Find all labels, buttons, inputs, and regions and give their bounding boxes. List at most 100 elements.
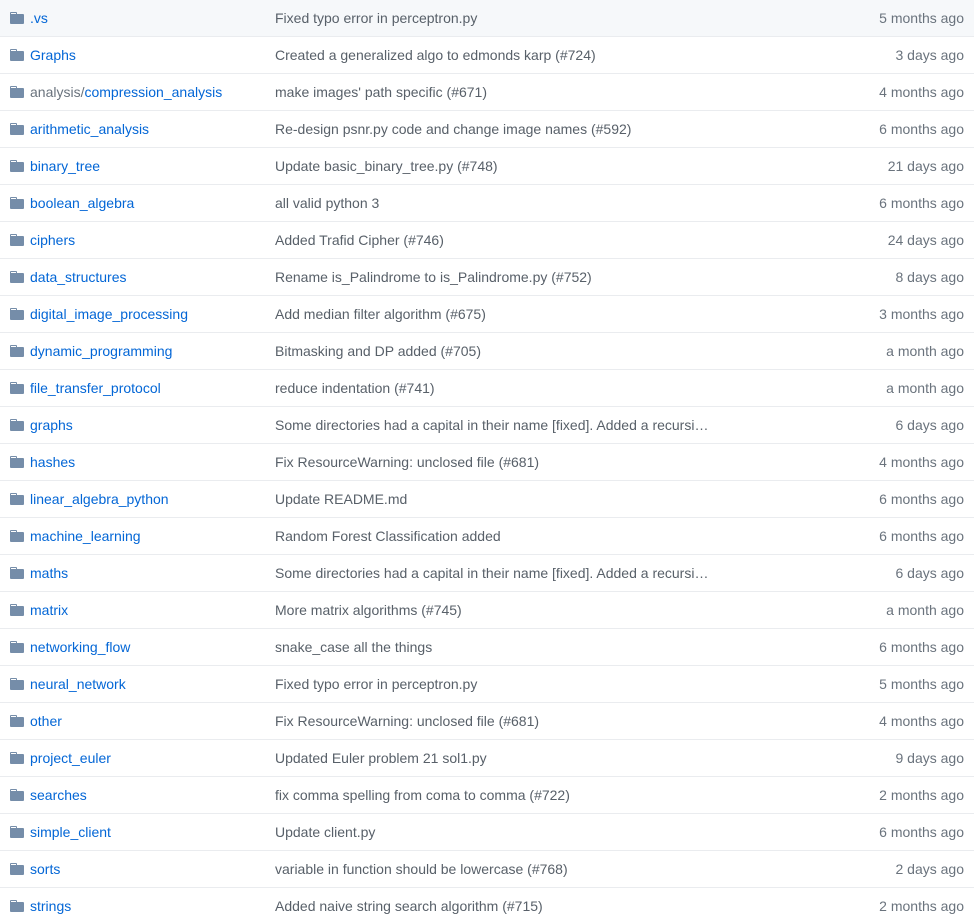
commit-message-link[interactable]: Added naive string search algorithm (#71… bbox=[275, 898, 543, 914]
file-row: binary_tree Update basic_binary_tree.py (… bbox=[0, 148, 974, 185]
commit-message-link[interactable]: Add median filter algorithm (#675) bbox=[275, 306, 486, 322]
folder-icon bbox=[10, 602, 24, 618]
file-name-link[interactable]: neural_network bbox=[30, 676, 126, 692]
commit-message-link[interactable]: Updated Euler problem 21 sol1.py bbox=[275, 750, 487, 766]
file-name-link[interactable]: digital_image_processing bbox=[30, 306, 188, 322]
folder-icon bbox=[10, 454, 24, 470]
commit-message-link[interactable]: Bitmasking and DP added (#705) bbox=[275, 343, 481, 359]
commit-message-cell: Fix ResourceWarning: unclosed file (#681… bbox=[265, 444, 824, 481]
commit-message-link[interactable]: Some directories had a capital in their … bbox=[275, 417, 708, 433]
commit-message-cell: Rename is_Palindrome to is_Palindrome.py… bbox=[265, 259, 824, 296]
commit-message-link[interactable]: reduce indentation (#741) bbox=[275, 380, 435, 396]
file-name-link[interactable]: data_structures bbox=[30, 269, 127, 285]
file-name-link[interactable]: matrix bbox=[30, 602, 68, 618]
file-name-link[interactable]: boolean_algebra bbox=[30, 195, 134, 211]
file-row: digital_image_processing Add median filte… bbox=[0, 296, 974, 333]
commit-message-cell: Added naive string search algorithm (#71… bbox=[265, 888, 824, 924]
file-name-link[interactable]: ciphers bbox=[30, 232, 75, 248]
file-row: hashes Fix ResourceWarning: unclosed file… bbox=[0, 444, 974, 481]
commit-message-link[interactable]: Added Trafid Cipher (#746) bbox=[275, 232, 444, 248]
file-name-link[interactable]: compression_analysis bbox=[84, 84, 222, 100]
commit-message-cell: Some directories had a capital in their … bbox=[265, 555, 824, 592]
file-name-cell: arithmetic_analysis bbox=[0, 111, 265, 148]
commit-message-link[interactable]: variable in function should be lowercase… bbox=[275, 861, 568, 877]
commit-age: 6 months ago bbox=[824, 629, 974, 666]
commit-message-link[interactable]: Update README.md bbox=[275, 491, 407, 507]
file-row: arithmetic_analysis Re-design psnr.py cod… bbox=[0, 111, 974, 148]
commit-message-link[interactable]: Fix ResourceWarning: unclosed file (#681… bbox=[275, 454, 539, 470]
file-name-cell: ciphers bbox=[0, 222, 265, 259]
file-name-link[interactable]: project_euler bbox=[30, 750, 111, 766]
file-row: sorts variable in function should be lowe… bbox=[0, 851, 974, 888]
commit-message-link[interactable]: make images' path specific (#671) bbox=[275, 84, 487, 100]
commit-age: 5 months ago bbox=[824, 666, 974, 703]
file-name-cell: linear_algebra_python bbox=[0, 481, 265, 518]
file-name-link[interactable]: graphs bbox=[30, 417, 73, 433]
file-name-cell: boolean_algebra bbox=[0, 185, 265, 222]
file-name-link[interactable]: sorts bbox=[30, 861, 60, 877]
file-row: networking_flow snake_case all the things… bbox=[0, 629, 974, 666]
file-name-link[interactable]: Graphs bbox=[30, 47, 76, 63]
commit-message-link[interactable]: Random Forest Classification added bbox=[275, 528, 501, 544]
commit-message-link[interactable]: snake_case all the things bbox=[275, 639, 432, 655]
commit-message-cell: fix comma spelling from coma to comma (#… bbox=[265, 777, 824, 814]
commit-message-cell: all valid python 3 bbox=[265, 185, 824, 222]
file-name-link[interactable]: strings bbox=[30, 898, 71, 914]
commit-message-cell: Re-design psnr.py code and change image … bbox=[265, 111, 824, 148]
commit-message-cell: reduce indentation (#741) bbox=[265, 370, 824, 407]
commit-age: 5 months ago bbox=[824, 0, 974, 37]
commit-message-link[interactable]: Some directories had a capital in their … bbox=[275, 565, 708, 581]
folder-icon bbox=[10, 787, 24, 803]
commit-message-cell: Fixed typo error in perceptron.py bbox=[265, 0, 824, 37]
file-name-link[interactable]: .vs bbox=[30, 10, 48, 26]
file-name-link[interactable]: searches bbox=[30, 787, 87, 803]
file-name-cell: analysis/compression_analysis bbox=[0, 74, 265, 111]
file-name-cell: other bbox=[0, 703, 265, 740]
commit-age: 6 months ago bbox=[824, 814, 974, 851]
file-name-cell: strings bbox=[0, 888, 265, 924]
file-name-cell: simple_client bbox=[0, 814, 265, 851]
commit-age: 6 days ago bbox=[824, 407, 974, 444]
file-name-link[interactable]: networking_flow bbox=[30, 639, 130, 655]
commit-message-link[interactable]: fix comma spelling from coma to comma (#… bbox=[275, 787, 570, 803]
file-name-link[interactable]: file_transfer_protocol bbox=[30, 380, 161, 396]
commit-message-link[interactable]: Created a generalized algo to edmonds ka… bbox=[275, 47, 596, 63]
commit-message-link[interactable]: Rename is_Palindrome to is_Palindrome.py… bbox=[275, 269, 592, 285]
file-name-link[interactable]: simple_client bbox=[30, 824, 111, 840]
file-name-link[interactable]: maths bbox=[30, 565, 68, 581]
file-name-link[interactable]: dynamic_programming bbox=[30, 343, 172, 359]
file-name-cell: digital_image_processing bbox=[0, 296, 265, 333]
file-name-link[interactable]: hashes bbox=[30, 454, 75, 470]
commit-message-link[interactable]: Fix ResourceWarning: unclosed file (#681… bbox=[275, 713, 539, 729]
commit-message-link[interactable]: Update client.py bbox=[275, 824, 375, 840]
folder-icon bbox=[10, 343, 24, 359]
commit-age: a month ago bbox=[824, 370, 974, 407]
commit-age: 6 months ago bbox=[824, 111, 974, 148]
file-name-link[interactable]: arithmetic_analysis bbox=[30, 121, 149, 137]
file-row: file_transfer_protocol reduce indentation… bbox=[0, 370, 974, 407]
folder-icon bbox=[10, 269, 24, 285]
commit-message-cell: Created a generalized algo to edmonds ka… bbox=[265, 37, 824, 74]
file-row: Graphs Created a generalized algo to edmo… bbox=[0, 37, 974, 74]
commit-age: 24 days ago bbox=[824, 222, 974, 259]
commit-message-link[interactable]: More matrix algorithms (#745) bbox=[275, 602, 462, 618]
commit-message-link[interactable]: Update basic_binary_tree.py (#748) bbox=[275, 158, 498, 174]
folder-icon bbox=[10, 47, 24, 63]
file-name-link[interactable]: machine_learning bbox=[30, 528, 141, 544]
commit-message-link[interactable]: Fixed typo error in perceptron.py bbox=[275, 676, 477, 692]
file-name-link[interactable]: binary_tree bbox=[30, 158, 100, 174]
file-name-link[interactable]: linear_algebra_python bbox=[30, 491, 169, 507]
commit-message-link[interactable]: all valid python 3 bbox=[275, 195, 379, 211]
file-name-link[interactable]: other bbox=[30, 713, 62, 729]
folder-icon bbox=[10, 824, 24, 840]
file-row: simple_client Update client.py 6 months ag… bbox=[0, 814, 974, 851]
file-row: maths Some directories had a capital in t… bbox=[0, 555, 974, 592]
folder-icon bbox=[10, 306, 24, 322]
commit-message-link[interactable]: Fixed typo error in perceptron.py bbox=[275, 10, 477, 26]
folder-icon bbox=[10, 676, 24, 692]
file-row: other Fix ResourceWarning: unclosed file … bbox=[0, 703, 974, 740]
folder-icon bbox=[10, 750, 24, 766]
file-row: matrixMore matrix algorithms (#745)a mon… bbox=[0, 592, 974, 629]
commit-message-link[interactable]: Re-design psnr.py code and change image … bbox=[275, 121, 631, 137]
file-name-cell: maths bbox=[0, 555, 265, 592]
